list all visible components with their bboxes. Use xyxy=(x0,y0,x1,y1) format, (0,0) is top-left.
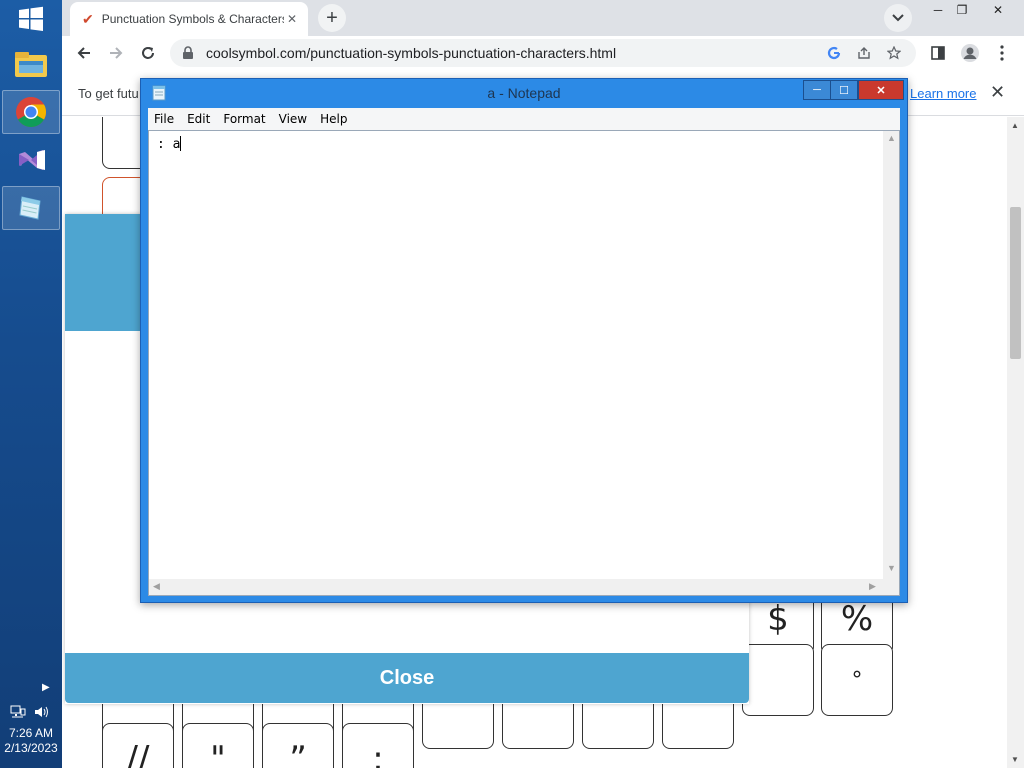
taskbar-notepad[interactable] xyxy=(2,186,60,230)
scroll-thumb[interactable] xyxy=(1010,207,1021,359)
symbol-key[interactable]: : xyxy=(342,723,414,768)
taskbar: ▶ 7:26 AM 2/13/2023 xyxy=(0,0,62,768)
symbol-key[interactable]: // xyxy=(102,723,174,768)
profile-button[interactable] xyxy=(956,39,984,67)
notepad-icon xyxy=(19,196,41,220)
chrome-icon xyxy=(16,97,47,128)
reload-icon xyxy=(142,47,154,59)
notepad-vertical-scrollbar[interactable]: ▲ ▼ xyxy=(883,131,899,579)
url-text: coolsymbol.com/punctuation-symbols-punct… xyxy=(206,45,617,61)
side-panel-icon xyxy=(931,46,945,60)
new-tab-button[interactable]: + xyxy=(318,4,346,32)
taskbar-chrome[interactable] xyxy=(2,90,60,134)
address-bar[interactable]: coolsymbol.com/punctuation-symbols-punct… xyxy=(170,39,916,67)
notepad-title: a - Notepad xyxy=(487,85,561,101)
lock-icon[interactable] xyxy=(182,46,194,60)
side-panel-button[interactable] xyxy=(924,39,952,67)
scroll-up-icon[interactable]: ▲ xyxy=(887,133,896,143)
close-window-button[interactable]: ✕ xyxy=(982,0,1014,20)
learn-more-link[interactable]: Learn more xyxy=(910,86,976,101)
notepad-maximize-button[interactable]: ☐ xyxy=(830,80,858,100)
back-button[interactable] xyxy=(70,39,98,67)
tab-close-icon[interactable]: ✕ xyxy=(284,12,300,26)
scroll-down-icon[interactable]: ▼ xyxy=(887,563,896,573)
back-arrow-icon xyxy=(77,47,90,59)
resize-grip-icon[interactable] xyxy=(883,579,899,595)
tab-search-button[interactable] xyxy=(884,4,912,32)
taskbar-clock[interactable]: 7:26 AM 2/13/2023 xyxy=(0,726,62,756)
symbol-key[interactable]: " xyxy=(182,723,254,768)
menu-view[interactable]: View xyxy=(279,112,307,126)
visual-studio-icon xyxy=(19,150,45,170)
network-icon[interactable] xyxy=(10,705,26,719)
modal-close-button[interactable]: Close xyxy=(65,653,749,703)
info-bar-text: To get futu xyxy=(78,86,139,101)
desktop: ▶ 7:26 AM 2/13/2023 ✔ Punctuation Symbol… xyxy=(0,0,1024,768)
forward-arrow-icon xyxy=(110,47,123,59)
show-hidden-icons-icon[interactable]: ▶ xyxy=(42,682,50,693)
forward-button[interactable] xyxy=(102,39,130,67)
menu-format[interactable]: Format xyxy=(223,112,265,126)
clock-date: 2/13/2023 xyxy=(4,741,58,755)
start-button[interactable] xyxy=(0,0,62,38)
windows-logo-icon xyxy=(19,6,43,31)
tab-title: Punctuation Symbols & Characters xyxy=(101,12,284,26)
notepad-minimize-button[interactable]: ─ xyxy=(803,80,831,100)
notepad-content: : a xyxy=(157,136,182,152)
notepad-titlebar[interactable]: a - Notepad ─ ☐ ✕ xyxy=(141,79,907,107)
notepad-horizontal-scrollbar[interactable]: ◀ ▶ xyxy=(149,579,883,595)
info-bar-close-icon[interactable]: ✕ xyxy=(990,82,1005,103)
favicon-check-icon: ✔ xyxy=(82,10,94,27)
google-translate-icon[interactable] xyxy=(826,45,842,61)
scroll-down-icon[interactable]: ▼ xyxy=(1011,755,1019,764)
taskbar-file-explorer[interactable] xyxy=(2,42,60,86)
symbol-key[interactable]: ° xyxy=(821,644,893,716)
more-menu-button[interactable] xyxy=(988,39,1016,67)
clock-time: 7:26 AM xyxy=(8,726,54,740)
scroll-up-icon[interactable]: ▲ xyxy=(1011,121,1019,130)
browser-tab[interactable]: ✔ Punctuation Symbols & Characters ✕ xyxy=(70,2,308,36)
symbol-key[interactable] xyxy=(742,644,814,716)
volume-icon[interactable] xyxy=(34,705,50,719)
notepad-close-button[interactable]: ✕ xyxy=(858,80,904,100)
avatar-icon xyxy=(961,44,979,62)
system-tray xyxy=(10,703,54,721)
menu-file[interactable]: File xyxy=(154,112,174,126)
menu-edit[interactable]: Edit xyxy=(187,112,210,126)
tab-strip: ✔ Punctuation Symbols & Characters ✕ + ─… xyxy=(62,0,1024,36)
bookmark-star-icon[interactable] xyxy=(886,45,902,61)
scroll-right-icon[interactable]: ▶ xyxy=(869,581,876,592)
notepad-window: a - Notepad ─ ☐ ✕ File Edit Format View … xyxy=(140,78,908,603)
notepad-text-area[interactable]: : a ▲ ▼ ◀ ▶ xyxy=(148,130,900,596)
page-scrollbar[interactable]: ▲ ▼ xyxy=(1007,117,1024,768)
menu-help[interactable]: Help xyxy=(320,112,347,126)
symbol-key[interactable]: ” xyxy=(262,723,334,768)
restore-button[interactable]: ❐ xyxy=(946,0,978,20)
notepad-menubar: File Edit Format View Help xyxy=(148,108,900,130)
chevron-down-icon xyxy=(892,14,904,22)
kebab-menu-icon xyxy=(1000,45,1004,61)
share-icon[interactable] xyxy=(856,45,872,61)
text-caret xyxy=(180,136,182,151)
browser-toolbar: coolsymbol.com/punctuation-symbols-punct… xyxy=(62,36,1024,70)
reload-button[interactable] xyxy=(134,39,162,67)
taskbar-visual-studio[interactable] xyxy=(2,138,60,182)
scroll-left-icon[interactable]: ◀ xyxy=(153,581,160,592)
file-explorer-icon xyxy=(15,52,47,77)
